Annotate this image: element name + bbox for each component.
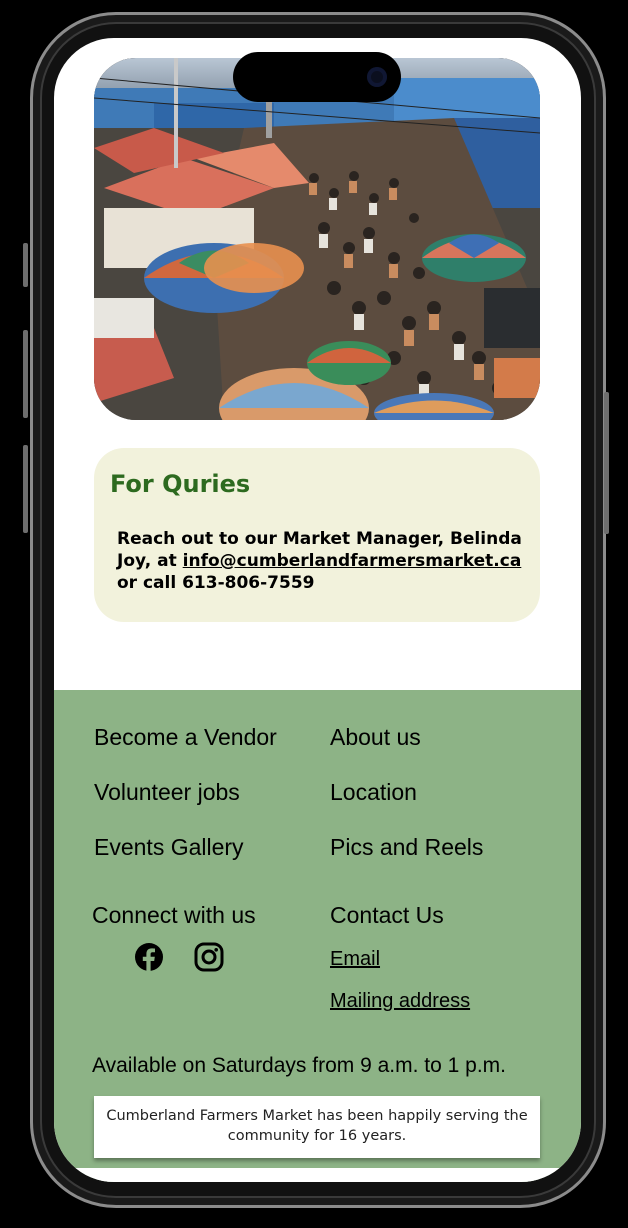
volume-down-button [23,445,28,533]
email-link[interactable]: Email [330,948,380,971]
location-link[interactable]: Location [330,779,417,806]
about-text: Cumberland Farmers Market has been happi… [106,1108,528,1144]
queries-card: For Quries Reach out to our Market Manag… [94,448,540,622]
instagram-icon[interactable] [194,942,224,972]
become-vendor-link[interactable]: Become a Vendor [94,724,277,751]
queries-email-link[interactable]: info@cumberlandfarmersmarket.ca [183,551,522,571]
connect-heading: Connect with us [92,902,256,928]
queries-text-after: or call 613-806-7559 [117,573,315,593]
action-button [23,243,28,287]
power-button [604,392,609,534]
volume-up-button [23,330,28,418]
dynamic-island [233,52,401,102]
camera-icon [367,67,387,87]
volunteer-jobs-link[interactable]: Volunteer jobs [94,779,240,806]
events-gallery-link[interactable]: Events Gallery [94,834,244,861]
mailing-address-link[interactable]: Mailing address [330,990,470,1013]
hours-text: Available on Saturdays from 9 a.m. to 1 … [92,1054,506,1077]
footer: Become a Vendor Volunteer jobs Events Ga… [54,690,581,1182]
queries-text: Reach out to our Market Manager, Belinda… [117,528,522,594]
pics-reels-link[interactable]: Pics and Reels [330,834,483,861]
about-box: Cumberland Farmers Market has been happi… [94,1096,540,1158]
contact-heading: Contact Us [330,902,444,928]
facebook-icon[interactable] [134,942,164,972]
queries-title: For Quries [110,470,251,498]
screen: For Quries Reach out to our Market Manag… [54,38,581,1182]
market-photo [94,58,540,420]
bottom-strip [54,1168,581,1182]
about-us-link[interactable]: About us [330,724,421,751]
